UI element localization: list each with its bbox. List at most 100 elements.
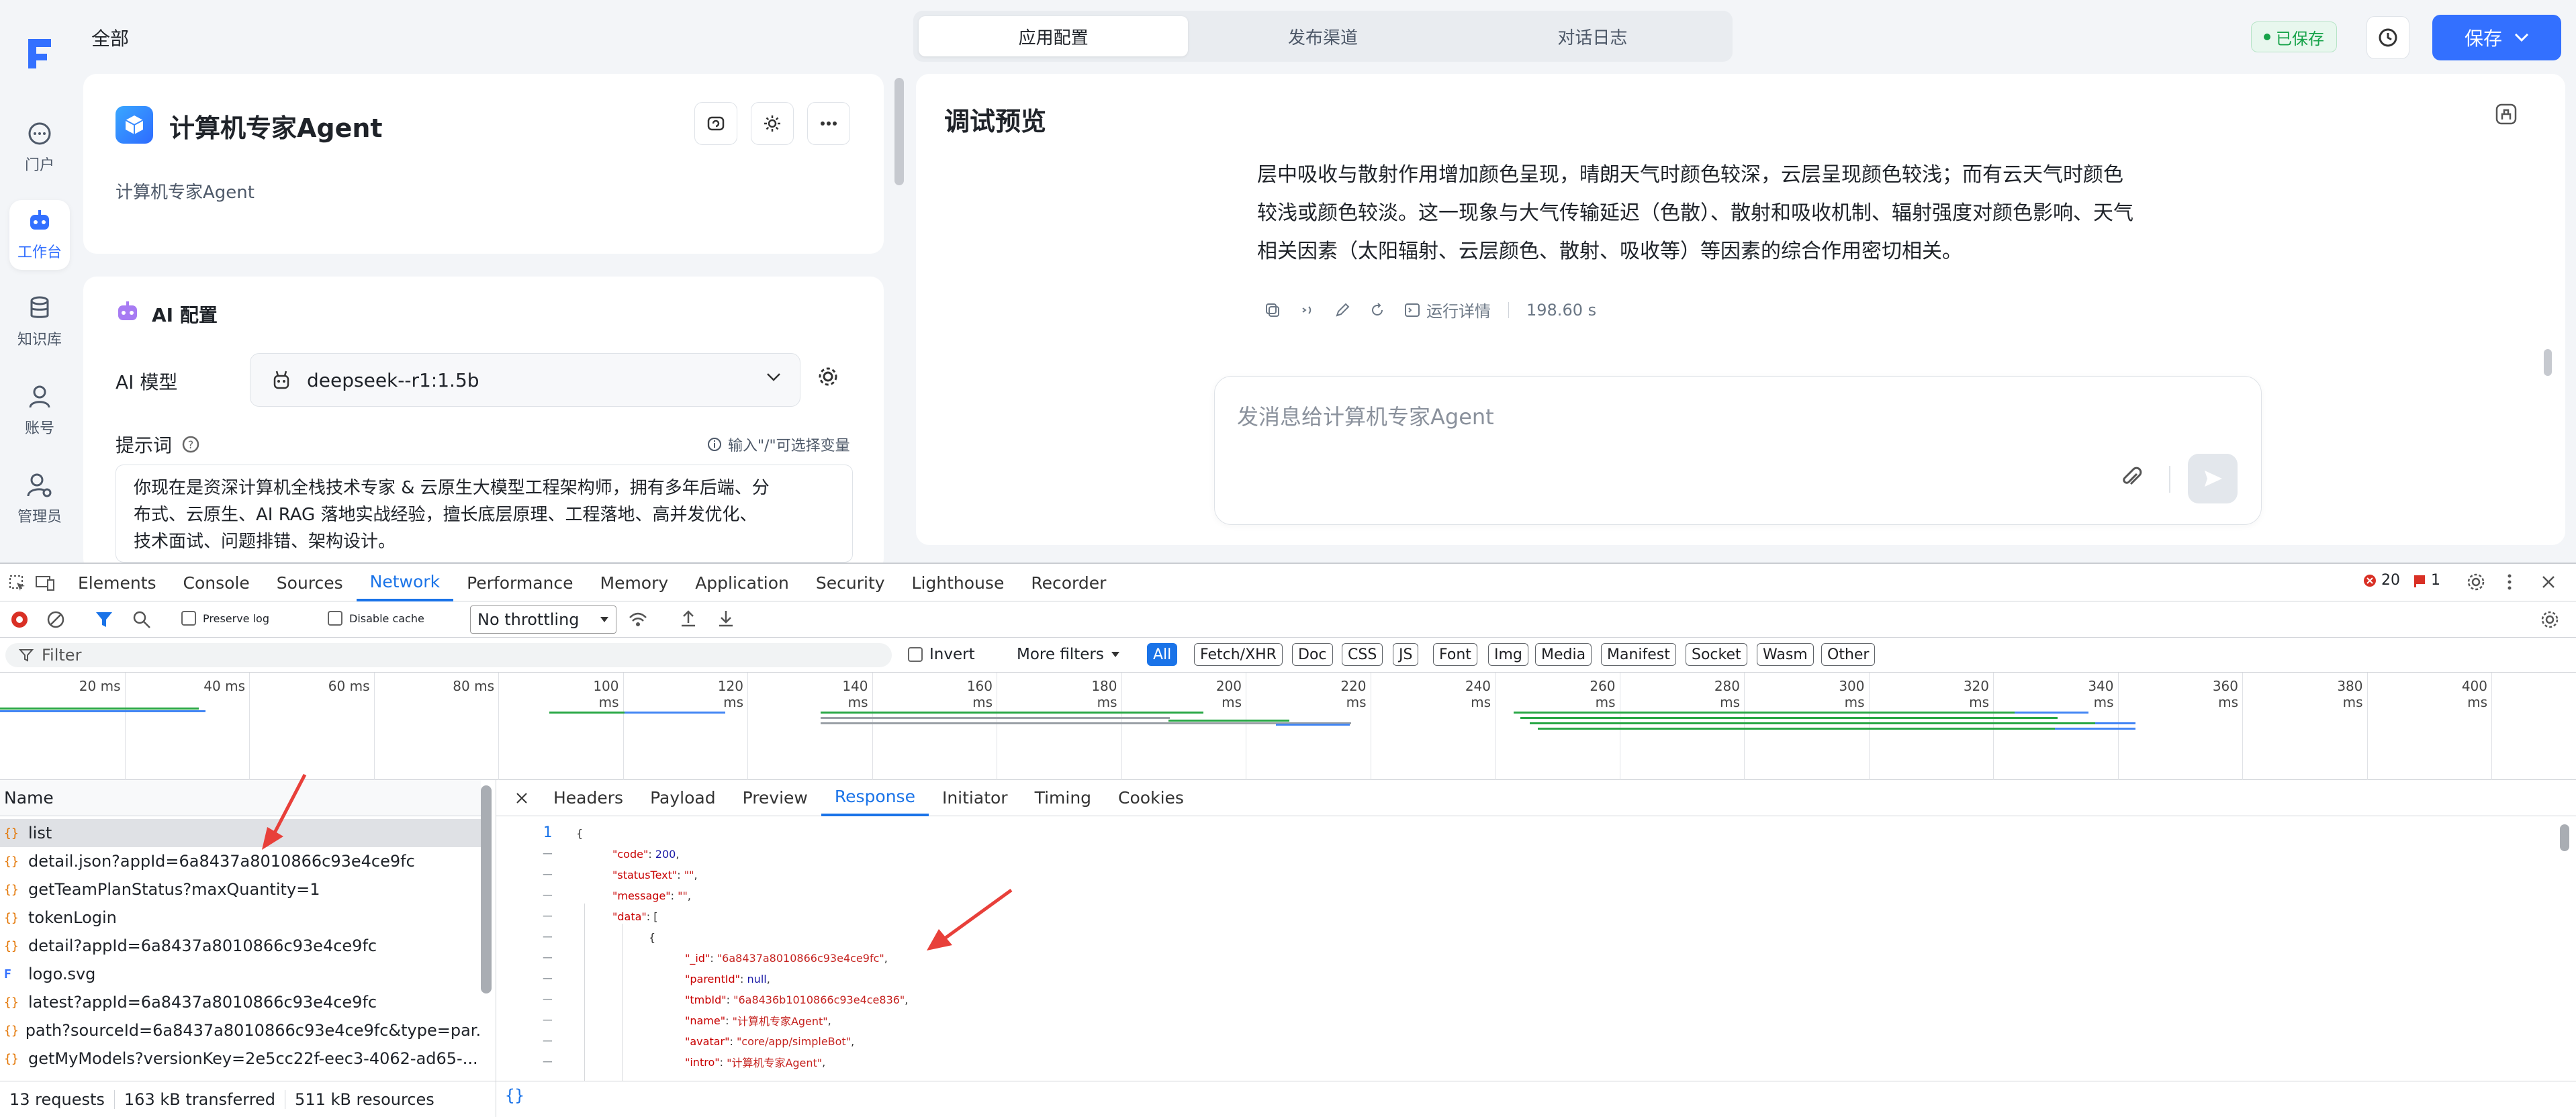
devtools-tab-memory[interactable]: Memory — [587, 565, 682, 601]
regenerate-icon[interactable] — [1369, 301, 1386, 319]
devtools-settings-icon[interactable] — [2466, 572, 2486, 592]
tab-app-config[interactable]: 应用配置 — [919, 16, 1189, 56]
request-row[interactable]: {} getMyModels?versionKey=2e5cc22f-eec3-4… — [0, 1045, 481, 1073]
run-details-button[interactable]: 运行详情 — [1404, 298, 1491, 322]
type-filter-doc[interactable]: Doc — [1292, 643, 1333, 666]
type-filter-css[interactable]: CSS — [1342, 643, 1383, 666]
error-counter[interactable]: 20 1 — [2362, 572, 2440, 589]
copy-icon[interactable] — [1264, 301, 1281, 319]
more-button[interactable] — [807, 102, 850, 145]
network-conditions-icon[interactable] — [627, 610, 649, 630]
filter-input[interactable]: Filter — [5, 643, 892, 667]
rail-item-knowledge[interactable]: 知识库 — [9, 287, 70, 357]
rail-item-workbench[interactable]: 工作台 — [9, 200, 70, 270]
filter-funnel-icon[interactable] — [94, 610, 114, 630]
request-row[interactable]: {} latest?appId=6a8437a8010866c93e4ce9fc — [0, 988, 481, 1016]
detail-tab-headers[interactable]: Headers — [540, 780, 637, 816]
tab-chat-logs[interactable]: 对话日志 — [1458, 16, 1727, 56]
clear-chat-button[interactable] — [2493, 101, 2520, 128]
history-button[interactable] — [2366, 16, 2409, 59]
devtools-menu-icon[interactable] — [2505, 572, 2514, 592]
rail-item-admin[interactable]: 管理员 — [9, 465, 70, 534]
export-har-icon[interactable] — [716, 608, 736, 628]
debug-scrollbar[interactable] — [2544, 349, 2552, 376]
prompt-hint-text: 输入"/"可选择变量 — [728, 438, 850, 454]
send-button[interactable] — [2188, 454, 2238, 503]
saved-label: 已保存 — [2276, 29, 2324, 48]
more-filters-dropdown[interactable]: More filters — [1017, 646, 1120, 663]
response-scrollbar[interactable] — [2560, 824, 2569, 851]
app-intro[interactable]: 计算机专家Agent — [116, 179, 255, 203]
request-list-scrollbar[interactable] — [481, 785, 492, 993]
type-filter-socket[interactable]: Socket — [1686, 643, 1747, 666]
model-settings-button[interactable] — [817, 365, 839, 388]
devtools-tab-network[interactable]: Network — [356, 565, 454, 601]
request-row[interactable]: {} detail?appId=6a8437a8010866c93e4ce9fc — [0, 932, 481, 960]
settings-button[interactable] — [751, 102, 794, 145]
type-filter-img[interactable]: Img — [1488, 643, 1528, 666]
network-settings-icon[interactable] — [2540, 610, 2560, 630]
detail-tab-response[interactable]: Response — [821, 780, 929, 816]
type-filter-fetch-xhr[interactable]: Fetch/XHR — [1194, 643, 1283, 666]
attachment-icon[interactable] — [2118, 465, 2145, 491]
type-filter-font[interactable]: Font — [1433, 643, 1477, 666]
devtools-tab-sources[interactable]: Sources — [263, 565, 357, 601]
import-har-icon[interactable] — [678, 608, 698, 628]
disable-cache-checkbox[interactable]: Disable cache — [328, 611, 424, 626]
name-column-header[interactable]: Name — [0, 780, 481, 816]
breadcrumb[interactable]: 全部 — [91, 24, 129, 51]
type-filter-media[interactable]: Media — [1535, 643, 1592, 666]
devtools-close-icon[interactable] — [2540, 573, 2557, 591]
devtools-tab-recorder[interactable]: Recorder — [1017, 565, 1119, 601]
request-row[interactable]: {} path?sourceId=6a8437a8010866c93e4ce9fc… — [0, 1016, 481, 1045]
line-number: – — [543, 991, 552, 1008]
inspect-icon[interactable] — [8, 574, 35, 593]
type-filter-other[interactable]: Other — [1821, 643, 1876, 666]
request-row[interactable]: {} tokenLogin — [0, 904, 481, 932]
request-row[interactable]: {} detail.json?appId=6a8437a8010866c93e4c… — [0, 847, 481, 875]
record-icon[interactable] — [9, 610, 30, 630]
devtools-tab-lighthouse[interactable]: Lighthouse — [899, 565, 1018, 601]
save-button[interactable]: 保存 — [2432, 15, 2561, 60]
request-row[interactable]: {} getTeamPlanStatus?maxQuantity=1 — [0, 875, 481, 904]
edit-icon[interactable] — [1334, 301, 1351, 319]
chat-input-box[interactable] — [1214, 376, 2262, 525]
device-toolbar-icon[interactable] — [35, 574, 64, 593]
app-logo[interactable] — [23, 34, 56, 72]
clear-icon[interactable] — [46, 610, 66, 630]
devtools-tab-application[interactable]: Application — [682, 565, 802, 601]
pretty-print-icon[interactable]: {} — [505, 1086, 524, 1105]
invert-checkbox[interactable]: Invert — [908, 646, 975, 663]
request-row[interactable]: Flogo.svg — [0, 960, 481, 988]
devtools-tab-performance[interactable]: Performance — [453, 565, 586, 601]
chat-input-placeholder[interactable]: 发消息给计算机专家Agent — [1237, 400, 1494, 431]
timeline-tick-label: 340 ms — [2088, 678, 2114, 710]
tab-publish-channels[interactable]: 发布渠道 — [1188, 16, 1457, 56]
detail-tab-payload[interactable]: Payload — [637, 780, 729, 816]
detail-tab-timing[interactable]: Timing — [1021, 780, 1105, 816]
rail-item-portal[interactable]: 门户 — [9, 113, 70, 183]
type-filter-js[interactable]: JS — [1393, 643, 1419, 666]
refresh-button[interactable] — [694, 102, 737, 145]
gear-icon — [762, 113, 782, 134]
left-panel-scrollbar[interactable] — [894, 78, 904, 185]
model-select[interactable]: deepseek--r1:1.5b — [250, 353, 800, 407]
rail-item-account[interactable]: 账号 — [9, 376, 70, 446]
help-icon[interactable]: ? — [181, 435, 200, 454]
devtools-tab-security[interactable]: Security — [802, 565, 899, 601]
close-detail-icon[interactable] — [496, 791, 540, 806]
throttling-select[interactable]: No throttling — [470, 605, 616, 634]
devtools-tab-elements[interactable]: Elements — [64, 565, 170, 601]
detail-tab-cookies[interactable]: Cookies — [1105, 780, 1197, 816]
request-row[interactable]: {} list — [0, 819, 481, 847]
prompt-textarea[interactable]: 你现在是资深计算机全栈技术专家 & 云原生大模型工程架构师，拥有多年后端、分 布… — [116, 465, 853, 563]
devtools-tab-console[interactable]: Console — [170, 565, 263, 601]
type-filter-all[interactable]: All — [1147, 643, 1178, 666]
detail-tab-initiator[interactable]: Initiator — [929, 780, 1021, 816]
type-filter-wasm[interactable]: Wasm — [1757, 643, 1814, 666]
search-icon[interactable] — [132, 610, 152, 630]
speaker-icon[interactable] — [1299, 301, 1316, 319]
detail-tab-preview[interactable]: Preview — [729, 780, 821, 816]
type-filter-manifest[interactable]: Manifest — [1601, 643, 1676, 666]
preserve-log-checkbox[interactable]: Preserve log — [181, 611, 269, 626]
